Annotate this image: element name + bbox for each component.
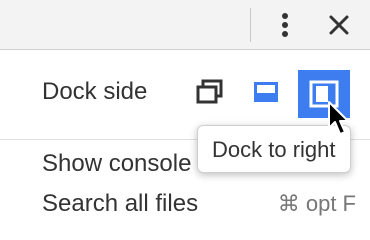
- vertical-ellipsis-icon: [282, 13, 288, 37]
- close-devtools-button[interactable]: [322, 6, 356, 44]
- undock-button[interactable]: [191, 76, 227, 110]
- menu-item-shortcut: ⌘ opt F: [277, 191, 356, 216]
- devtools-toolbar: [0, 0, 370, 50]
- more-options-button[interactable]: [268, 6, 302, 44]
- toolbar-separator: [250, 8, 251, 42]
- menu-item-label: Search all files: [42, 190, 199, 217]
- mouse-pointer-icon: [326, 100, 356, 140]
- close-icon: [329, 15, 349, 35]
- menu-item-search-all-files[interactable]: Search all files ⌘ opt F: [0, 186, 370, 225]
- undock-icon: [196, 79, 223, 104]
- dock-bottom-button[interactable]: [248, 76, 284, 110]
- dock-side-label: Dock side: [42, 78, 148, 105]
- dock-bottom-icon: [254, 82, 278, 102]
- devtools-settings-menu-root: Dock side Show console drawer Search all…: [0, 0, 370, 225]
